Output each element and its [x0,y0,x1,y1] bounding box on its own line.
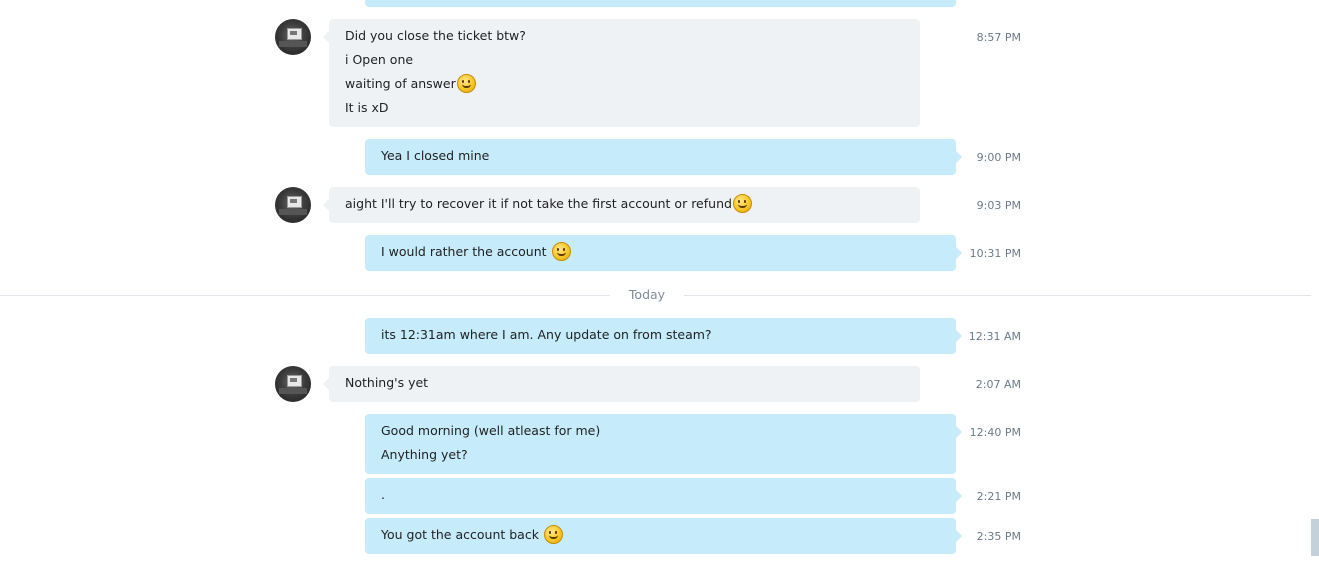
message-timestamp: 12:31 AM [968,330,1021,343]
message-timestamp: 9:00 PM [976,151,1021,164]
message-bubble-outgoing[interactable]: Yea I closed mine [365,139,962,175]
message-timestamp: 8:57 PM [976,31,1021,44]
message-line: You got the account back [381,525,940,551]
date-divider-line-left [0,295,610,296]
message-line: waiting of answer [345,74,904,100]
contact-avatar-icon[interactable] [275,187,311,223]
message-text: It is xD [345,100,389,115]
message-timestamp: 10:31 PM [969,247,1021,260]
contact-avatar-icon[interactable] [275,366,311,402]
message-bubble-incoming[interactable]: aight I'll try to recover it if not take… [323,187,920,223]
message-line: i Open one [345,52,904,76]
message-line: Nothing's yet [345,375,904,399]
message-text: waiting of answer [345,76,456,91]
contact-avatar-icon[interactable] [275,19,311,55]
message-line: . [381,487,940,511]
message-text: Nothing's yet [345,375,429,390]
message-bubble-outgoing[interactable]: I would rather the account [365,235,962,271]
message-line: Yea I closed mine [381,148,940,172]
smile-emoji-icon [732,194,752,213]
message-line: Did you close the ticket btw? [345,28,904,52]
message-line: Good morning (well atleast for me) [381,423,940,447]
message-text: Anything yet? [381,447,468,462]
message-timestamp: 2:35 PM [976,530,1021,543]
message-line: Anything yet? [381,447,940,471]
message-text: . [381,487,385,502]
message-text: I would rather the account [381,244,551,259]
message-text: Yea I closed mine [381,148,490,163]
message-text: i Open one [345,52,414,67]
smile-emoji-icon [551,242,571,261]
message-timestamp: 2:07 AM [975,378,1021,391]
message-line: aight I'll try to recover it if not take… [345,194,904,220]
message-line: I would rather the account [381,242,940,268]
message-text: Did you close the ticket btw? [345,28,526,43]
message-bubble-outgoing[interactable]: Good morning (well atleast for me) Anyth… [365,414,962,474]
message-text: Good morning (well atleast for me) [381,423,601,438]
message-bubble-outgoing[interactable]: You got the account back [365,518,962,554]
message-timestamp: 9:03 PM [976,199,1021,212]
message-bubble-incoming[interactable]: Did you close the ticket btw? i Open one… [323,19,920,127]
message-line: its 12:31am where I am. Any update on fr… [381,327,940,351]
smile-emoji-icon [456,74,476,93]
message-bubble-incoming[interactable]: Nothing's yet [323,366,920,402]
date-divider-label: Today [628,287,666,302]
message-text: You got the account back [381,527,543,542]
message-bubble-outgoing[interactable]: its 12:31am where I am. Any update on fr… [365,318,962,354]
date-divider-line-right [684,295,1311,296]
message-line: It is xD [345,100,904,124]
message-bubble-outgoing[interactable]: . [365,478,962,514]
message-timestamp: 2:21 PM [976,490,1021,503]
message-text: aight I'll try to recover it if not take… [345,196,732,211]
previous-message-bubble-edge [365,0,956,7]
scrollbar-thumb[interactable] [1311,519,1319,556]
smile-emoji-icon [543,525,563,544]
message-timestamp: 12:40 PM [969,426,1021,439]
message-text: its 12:31am where I am. Any update on fr… [381,327,712,342]
